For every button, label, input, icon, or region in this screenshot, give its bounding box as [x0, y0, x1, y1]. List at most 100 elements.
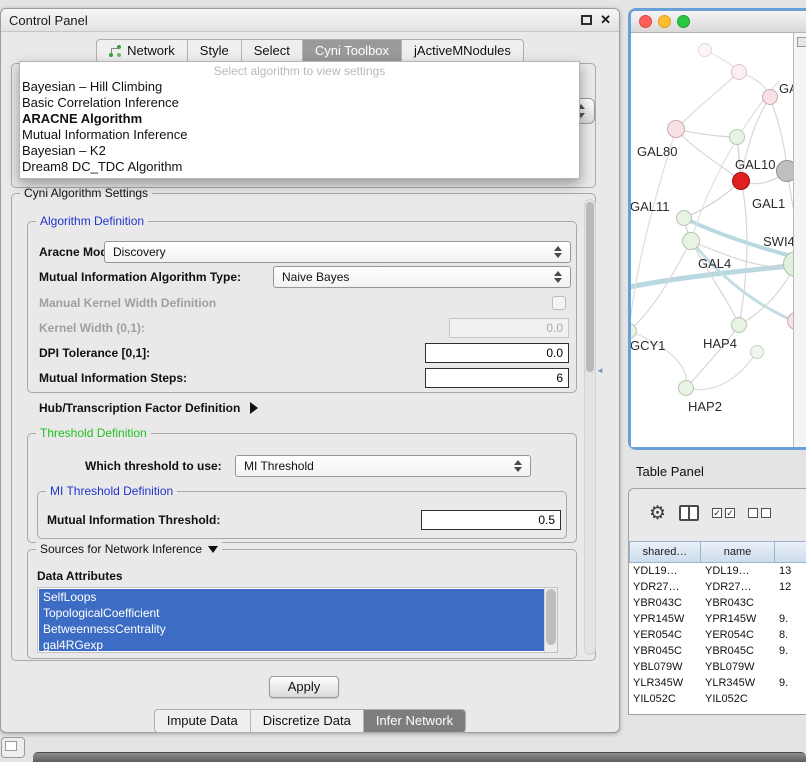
dpi-tolerance-field[interactable]: 0.0	[425, 343, 569, 363]
bottom-tab-discretize-data[interactable]: Discretize Data	[250, 710, 363, 732]
table-row[interactable]: YDL19…YDL19…13	[629, 563, 806, 579]
table-cell: YBR043C	[701, 595, 775, 611]
network-node-label: GAL80	[637, 144, 677, 159]
splitter-collapse-icon[interactable]: ◄	[596, 366, 604, 375]
minimized-panel-icon[interactable]	[1, 737, 25, 758]
scroll-button-icon[interactable]	[797, 37, 806, 47]
table-row[interactable]: YER054CYER054C8.	[629, 627, 806, 643]
tab-jactivemnodules[interactable]: jActiveMNodules	[401, 40, 523, 62]
network-view-window: GAL2GAL80GAL10GAL11GAL1SWI4GAL4GCY1HAP4H…	[628, 8, 806, 450]
algorithm-definition-title: Algorithm Definition	[36, 214, 148, 228]
apply-button[interactable]: Apply	[269, 676, 339, 698]
deselect-all-icon[interactable]	[748, 508, 771, 518]
column-header[interactable]: shared…	[629, 541, 701, 563]
network-node[interactable]	[676, 210, 692, 226]
table-cell	[775, 691, 806, 707]
table-cell: YER054C	[629, 627, 701, 643]
data-attribute-item[interactable]: BetweennessCentrality	[39, 621, 544, 637]
network-node[interactable]	[731, 317, 747, 333]
table-row[interactable]: YIL052CYIL052C	[629, 691, 806, 707]
table-cell: YBR045C	[629, 643, 701, 659]
table-cell	[775, 659, 806, 675]
network-node[interactable]	[678, 380, 694, 396]
data-attributes-list: SelfLoopsTopologicalCoefficientBetweenne…	[37, 587, 558, 653]
minimize-window-icon[interactable]	[658, 15, 671, 28]
network-node[interactable]	[750, 345, 764, 359]
table-cell	[775, 595, 806, 611]
algorithm-option[interactable]: Bayesian – K2	[20, 143, 579, 159]
column-header[interactable]: name	[701, 541, 775, 563]
canvas-scrollbar[interactable]	[793, 33, 806, 447]
algorithm-option-list: Bayesian – Hill ClimbingBasic Correlatio…	[20, 79, 579, 175]
table-cell: YBR043C	[629, 595, 701, 611]
empty-box-icon	[748, 508, 758, 518]
tab-network[interactable]: Network	[97, 40, 187, 62]
network-node[interactable]	[729, 129, 745, 145]
table-row[interactable]: YBR043CYBR043C	[629, 595, 806, 611]
manual-kernel-checkbox[interactable]	[552, 296, 566, 310]
network-node-label: GCY1	[631, 338, 665, 353]
algorithm-option[interactable]: ARACNE Algorithm	[20, 111, 579, 127]
close-panel-icon[interactable]: ✕	[600, 14, 611, 26]
panel-window-buttons: ✕	[581, 14, 611, 26]
algorithm-option[interactable]: Basic Correlation Inference	[20, 95, 579, 111]
algorithm-option[interactable]: Bayesian – Hill Climbing	[20, 79, 579, 95]
network-node[interactable]	[682, 232, 700, 250]
network-canvas[interactable]: GAL2GAL80GAL10GAL11GAL1SWI4GAL4GCY1HAP4H…	[631, 33, 806, 447]
aracne-mode-value: Discovery	[113, 245, 166, 259]
tab-select[interactable]: Select	[241, 40, 302, 62]
data-attributes-items: SelfLoopsTopologicalCoefficientBetweenne…	[39, 589, 544, 651]
table-row[interactable]: YLR345WYLR345W9.	[629, 675, 806, 691]
float-panel-icon[interactable]	[581, 15, 592, 25]
expand-right-icon	[250, 402, 258, 414]
which-threshold-select[interactable]: MI Threshold	[235, 455, 531, 477]
table-row[interactable]: YBR045CYBR045C9.	[629, 643, 806, 659]
network-node[interactable]	[667, 120, 685, 138]
mi-steps-label: Mutual Information Steps:	[39, 371, 187, 385]
tab-cyni-toolbox[interactable]: Cyni Toolbox	[302, 40, 401, 62]
column-header[interactable]	[775, 541, 806, 563]
table-row[interactable]: YDR27…YDR27…12	[629, 579, 806, 595]
table-row[interactable]: YPR145WYPR145W9.	[629, 611, 806, 627]
bottom-tab-infer-network[interactable]: Infer Network	[363, 710, 465, 732]
attributes-scrollbar-thumb[interactable]	[546, 589, 556, 645]
table-cell: YBL079W	[629, 659, 701, 675]
algorithm-option[interactable]: Dream8 DC_TDC Algorithm	[20, 159, 579, 175]
table-row[interactable]: YBL079WYBL079W	[629, 659, 806, 675]
table-cell: YDL19…	[701, 563, 775, 579]
checked-box-icon: ✓	[712, 508, 722, 518]
network-node[interactable]	[731, 64, 747, 80]
select-all-icon[interactable]: ✓✓	[712, 508, 735, 518]
data-attribute-item[interactable]: gal4RGexp	[39, 637, 544, 651]
dropdown-placeholder: Select algorithm to view settings	[20, 64, 579, 79]
network-node[interactable]	[732, 172, 750, 190]
table-cell: 9.	[775, 643, 806, 659]
hub-definition-section[interactable]: Hub/Transcription Factor Definition	[39, 401, 258, 415]
aracne-mode-select[interactable]: Discovery	[104, 241, 571, 263]
network-window-titlebar[interactable]	[631, 11, 806, 33]
network-node[interactable]	[762, 89, 778, 105]
gear-icon[interactable]: ⚙	[649, 504, 666, 523]
settings-scrollbar-thumb[interactable]	[586, 202, 594, 372]
mi-type-label: Mutual Information Algorithm Type:	[39, 270, 241, 284]
mi-steps-field[interactable]: 6	[425, 368, 569, 388]
mi-type-select[interactable]: Naive Bayes	[273, 266, 571, 288]
columns-icon[interactable]	[679, 505, 699, 521]
panel-title: Control Panel	[9, 13, 88, 28]
attributes-scrollbar[interactable]	[544, 588, 557, 652]
table-cell: YBR045C	[701, 643, 775, 659]
table-cell: YBL079W	[701, 659, 775, 675]
tab-style[interactable]: Style	[187, 40, 241, 62]
mi-threshold-field[interactable]: 0.5	[421, 510, 561, 530]
network-node[interactable]	[698, 43, 712, 57]
algorithm-option[interactable]: Mutual Information Inference	[20, 127, 579, 143]
settings-scrollbar[interactable]	[584, 199, 596, 655]
mi-threshold-group-title: MI Threshold Definition	[46, 484, 177, 498]
close-window-icon[interactable]	[639, 15, 652, 28]
zoom-window-icon[interactable]	[677, 15, 690, 28]
data-attribute-item[interactable]: SelfLoops	[39, 589, 544, 605]
bottom-tab-impute-data[interactable]: Impute Data	[155, 710, 250, 732]
data-attribute-item[interactable]: TopologicalCoefficient	[39, 605, 544, 621]
kernel-width-field[interactable]: 0.0	[449, 318, 569, 338]
sources-group-title[interactable]: Sources for Network Inference	[36, 542, 222, 556]
